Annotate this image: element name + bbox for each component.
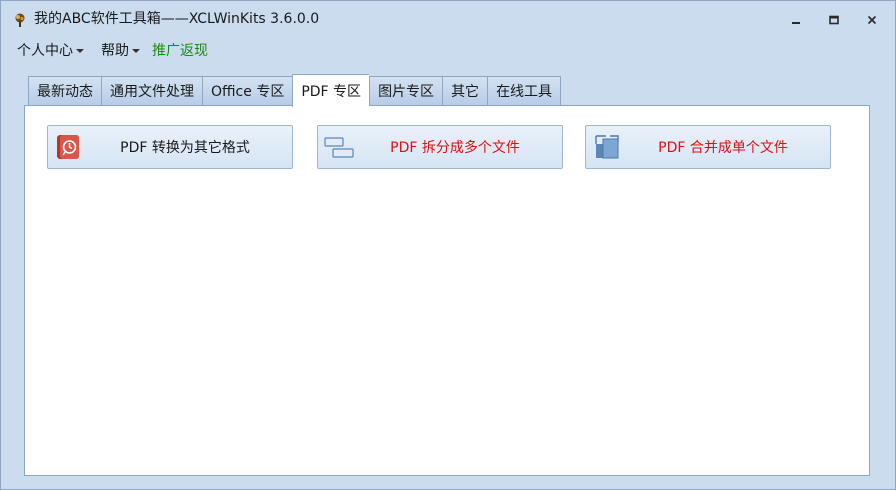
tab-online-tools[interactable]: 在线工具 — [487, 76, 562, 106]
minimize-icon — [792, 22, 800, 24]
tab-image[interactable]: 图片专区 — [369, 76, 443, 106]
menu-personal-label: 个人中心 — [17, 43, 73, 59]
pdf-merge-button[interactable]: PDF 合并成单个文件 — [585, 125, 831, 169]
chevron-down-icon — [76, 49, 84, 53]
tab-other[interactable]: 其它 — [442, 76, 488, 106]
menu-help[interactable]: 帮助 — [101, 41, 140, 61]
menu-promo[interactable]: 推广返现 — [152, 41, 208, 61]
window-title: 我的ABC软件工具箱——XCLWinKits 3.6.0.0 — [34, 11, 320, 27]
pdf-split-label: PDF 拆分成多个文件 — [390, 140, 520, 156]
tab-office[interactable]: Office 专区 — [202, 76, 293, 106]
tab-general-file[interactable]: 通用文件处理 — [101, 76, 202, 106]
pdf-merge-label: PDF 合并成单个文件 — [658, 140, 788, 156]
menu-help-label: 帮助 — [101, 43, 129, 59]
maximize-button[interactable] — [823, 11, 845, 29]
minimize-button[interactable] — [785, 11, 807, 29]
app-window: 我的ABC软件工具箱——XCLWinKits 3.6.0.0 个人中心 帮助 推… — [0, 0, 896, 490]
pdf-convert-button[interactable]: PDF 转换为其它格式 — [47, 125, 293, 169]
tab-pdf[interactable]: PDF 专区 — [292, 74, 370, 107]
maximize-icon — [829, 15, 839, 25]
pdf-convert-label: PDF 转换为其它格式 — [120, 140, 250, 156]
tab-strip: 最新动态 通用文件处理 Office 专区 PDF 专区 图片专区 其它 在线工… — [28, 74, 562, 107]
tab-latest[interactable]: 最新动态 — [28, 76, 101, 106]
close-icon — [867, 15, 877, 25]
pdf-tab-panel: PDF 转换为其它格式 PDF 拆分成多个文件 PDF 合并成单个文件 — [24, 105, 870, 476]
title-bar[interactable]: 我的ABC软件工具箱——XCLWinKits 3.6.0.0 — [1, 1, 895, 37]
chevron-down-icon — [132, 49, 140, 53]
menu-personal-center[interactable]: 个人中心 — [17, 41, 84, 61]
app-logo-icon — [15, 13, 25, 27]
menu-bar: 个人中心 帮助 推广返现 — [1, 37, 895, 65]
pdf-split-button[interactable]: PDF 拆分成多个文件 — [317, 125, 563, 169]
close-button[interactable] — [861, 11, 883, 29]
